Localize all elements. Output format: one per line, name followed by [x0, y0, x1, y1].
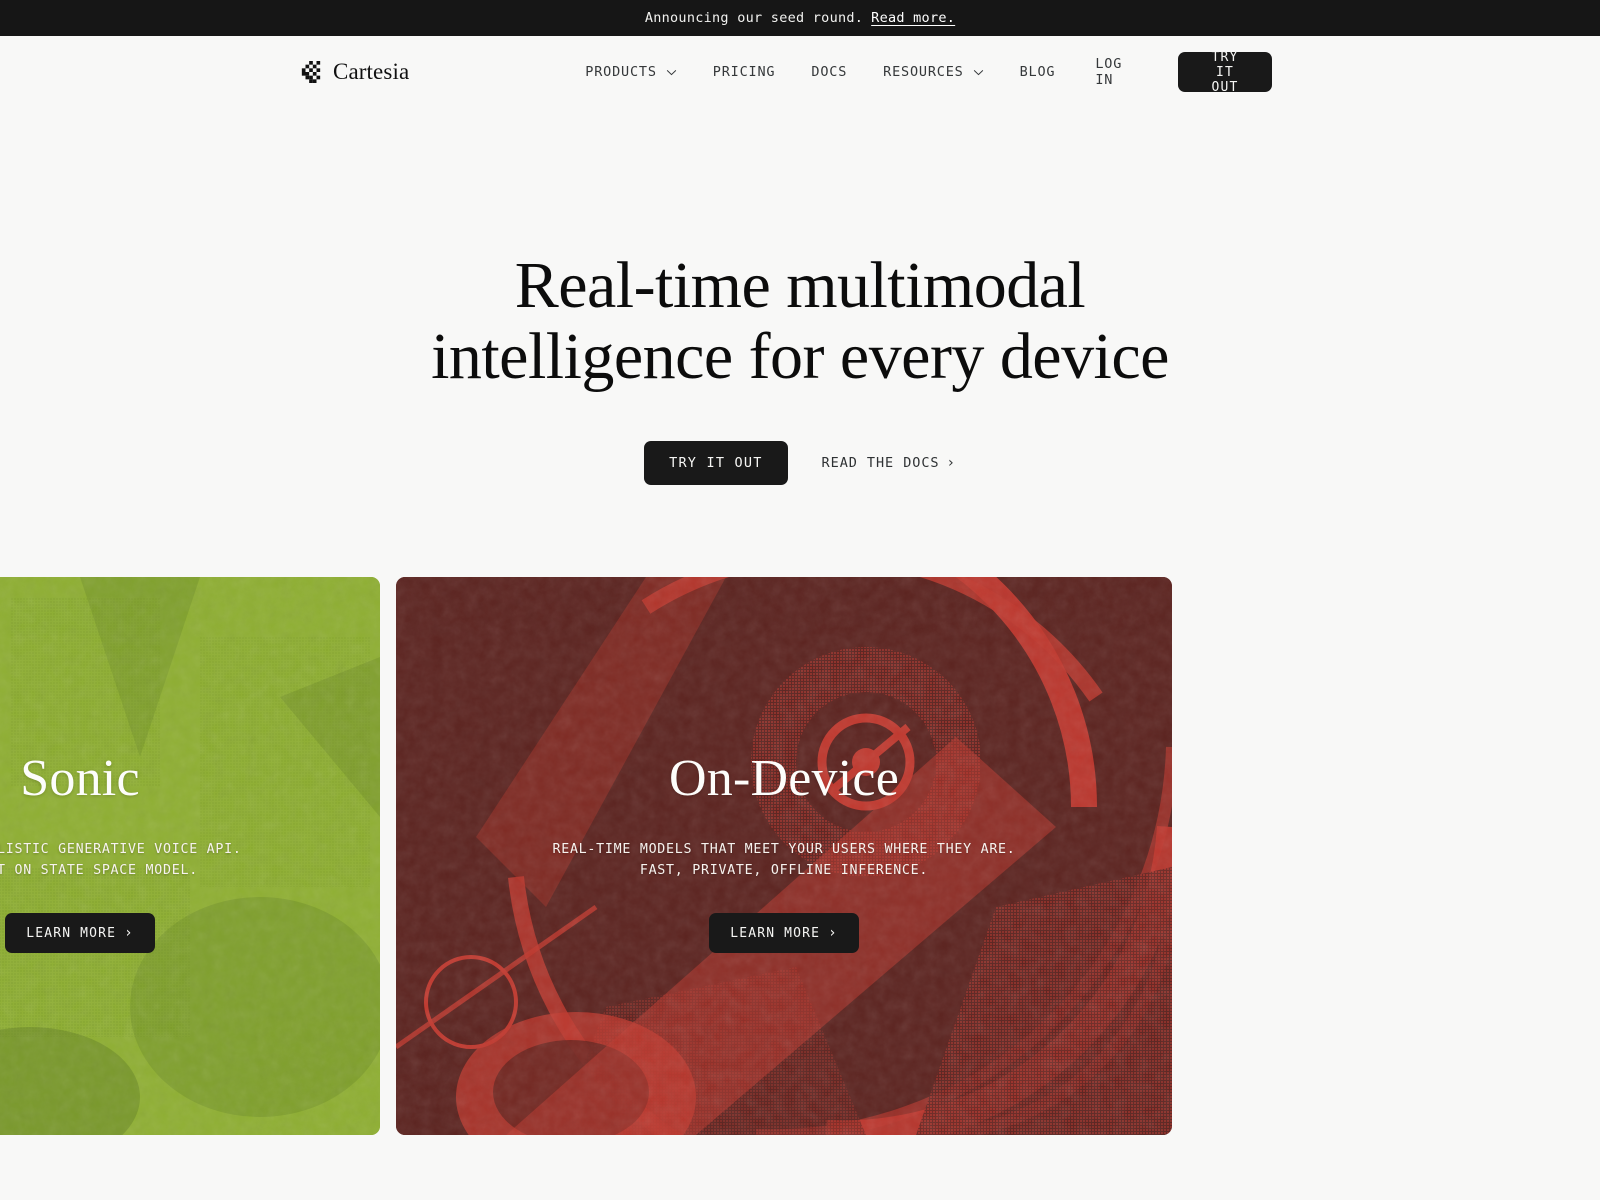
- sonic-card-title: Sonic: [20, 749, 140, 807]
- nav-item-pricing-label: PRICING: [712, 64, 776, 80]
- nav-item-resources-label: RESOURCES: [883, 64, 964, 80]
- chevron-right-icon: ›: [828, 925, 838, 942]
- page-title: Real-time multimodal intelligence for ev…: [0, 250, 1600, 393]
- chevron-right-icon: ›: [124, 925, 134, 942]
- chevron-right-icon: ›: [946, 454, 956, 471]
- nav-item-pricing[interactable]: PRICING: [695, 56, 794, 88]
- on-device-card-title: On-Device: [669, 749, 899, 807]
- feature-card-on-device[interactable]: On-Device REAL-TIME MODELS THAT MEET YOU…: [396, 577, 1172, 1135]
- brand-name: Cartesia: [333, 59, 410, 84]
- nav-item-docs-label: DOCS: [811, 64, 848, 80]
- hero-read-the-docs-link[interactable]: READ THE DOCS ›: [822, 455, 956, 471]
- on-device-card-subtitle-line-1: REAL-TIME MODELS THAT MEET YOUR USERS WH…: [552, 841, 1016, 857]
- sonic-learn-more-button[interactable]: LEARN MORE ›: [5, 913, 155, 954]
- sonic-card-content: Sonic ULTRA-REALISTIC GENERATIVE VOICE A…: [0, 577, 380, 1135]
- chevron-down-icon: [973, 69, 983, 75]
- on-device-card-subtitle: REAL-TIME MODELS THAT MEET YOUR USERS WH…: [552, 840, 1015, 881]
- on-device-learn-more-label: LEARN MORE: [730, 925, 821, 941]
- on-device-card-subtitle-line-2: FAST, PRIVATE, OFFLINE INFERENCE.: [639, 862, 929, 878]
- cartesia-pixel-logo-icon: [301, 61, 321, 83]
- nav-item-resources[interactable]: RESOURCES: [865, 56, 1001, 88]
- sonic-card-subtitle-line-2: BUILT ON STATE SPACE MODEL.: [0, 862, 198, 878]
- on-device-learn-more-button[interactable]: LEARN MORE ›: [709, 913, 859, 954]
- nav-item-blog[interactable]: BLOG: [1002, 56, 1074, 88]
- announcement-read-more-link[interactable]: Read more.: [871, 10, 955, 26]
- feature-cards: Sonic ULTRA-REALISTIC GENERATIVE VOICE A…: [0, 577, 1600, 1135]
- nav-links: PRODUCTS PRICING DOCS RESOURCES BLOG: [567, 56, 1073, 88]
- feature-card-sonic[interactable]: Sonic ULTRA-REALISTIC GENERATIVE VOICE A…: [0, 577, 380, 1135]
- hero-read-the-docs-label: READ THE DOCS: [821, 454, 940, 471]
- login-link[interactable]: LOG IN: [1073, 48, 1147, 96]
- hero-title-line-1: Real-time multimodal: [514, 249, 1086, 322]
- main-navigation: Cartesia PRODUCTS PRICING DOCS RESOURCES: [0, 36, 1600, 108]
- announcement-text: Announcing our seed round.: [644, 10, 864, 26]
- hero-actions: TRY IT OUT READ THE DOCS ›: [0, 440, 1600, 485]
- sonic-card-subtitle-line-1: ULTRA-REALISTIC GENERATIVE VOICE API.: [0, 841, 242, 857]
- page-root: Announcing our seed round. Read more. Ca…: [0, 0, 1600, 1200]
- nav-item-products[interactable]: PRODUCTS: [567, 56, 695, 88]
- nav-try-it-out-button[interactable]: TRY IT OUT: [1178, 50, 1272, 95]
- nav-item-products-label: PRODUCTS: [585, 64, 657, 80]
- sonic-learn-more-label: LEARN MORE: [26, 925, 117, 941]
- sonic-card-subtitle: ULTRA-REALISTIC GENERATIVE VOICE API. BU…: [0, 840, 242, 881]
- nav-item-blog-label: BLOG: [1019, 64, 1056, 80]
- chevron-down-icon: [666, 69, 677, 75]
- hero-try-it-out-button[interactable]: TRY IT OUT: [644, 440, 788, 485]
- hero-title-line-2: intelligence for every device: [431, 320, 1169, 394]
- hero-section: Real-time multimodal intelligence for ev…: [0, 108, 1600, 485]
- on-device-card-content: On-Device REAL-TIME MODELS THAT MEET YOU…: [396, 577, 1172, 1135]
- nav-item-docs[interactable]: DOCS: [793, 56, 865, 88]
- brand-logo[interactable]: Cartesia: [300, 59, 409, 85]
- nav-actions: LOG IN TRY IT OUT: [1073, 48, 1272, 96]
- announcement-bar: Announcing our seed round. Read more.: [0, 0, 1600, 36]
